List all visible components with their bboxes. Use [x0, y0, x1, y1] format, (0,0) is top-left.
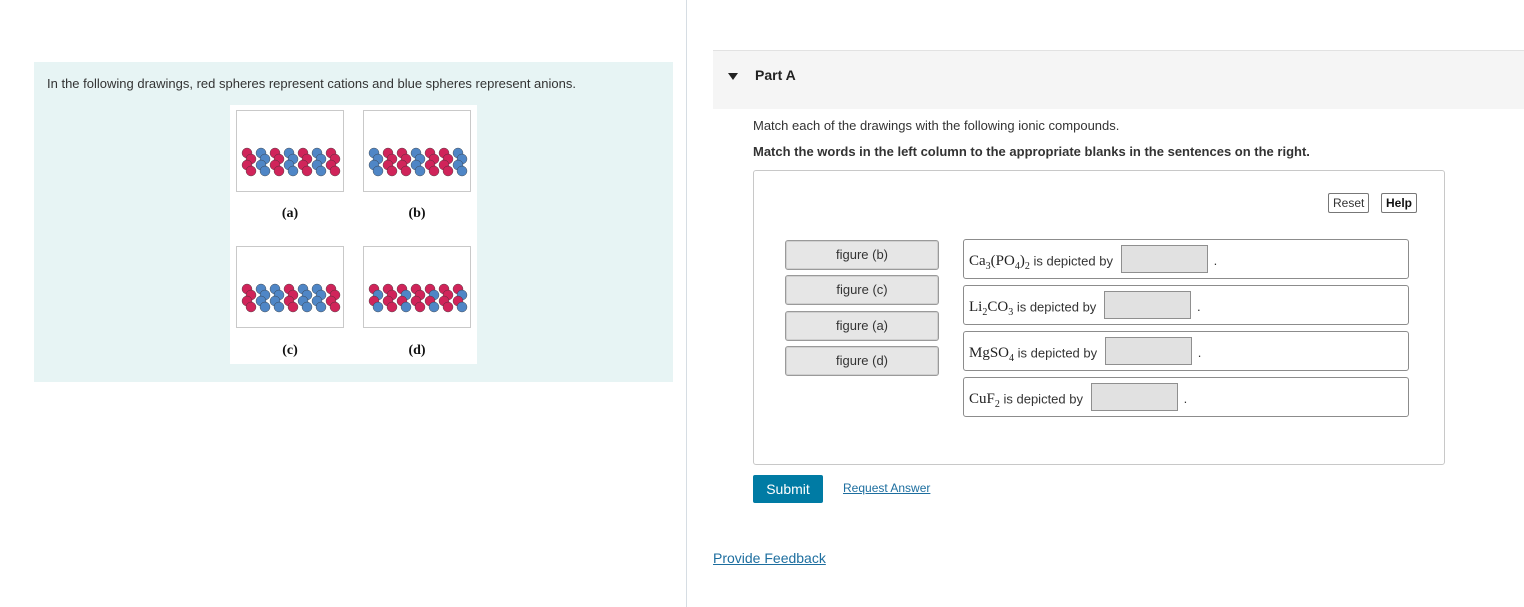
choice-figure-b[interactable]: figure (b)	[785, 240, 939, 270]
cation-sphere	[442, 301, 454, 313]
instruction-bold-text: Match the words in the left column to th…	[753, 144, 1310, 159]
sentence-text: is depicted by	[1003, 391, 1083, 407]
cation-sphere	[386, 301, 398, 313]
intro-text: In the following drawings, red spheres r…	[47, 76, 576, 91]
drop-blank[interactable]	[1090, 383, 1178, 411]
drop-blank[interactable]	[1103, 291, 1191, 319]
figure-d-caption: (d)	[408, 343, 426, 358]
anion-sphere	[287, 165, 299, 177]
anion-sphere	[372, 301, 384, 313]
cation-sphere	[245, 165, 257, 177]
anion-sphere	[456, 165, 468, 177]
anion-sphere	[315, 165, 327, 177]
anion-sphere	[259, 165, 271, 177]
formula-ca3po42: Ca3(PO4)2	[969, 253, 1030, 273]
drop-blank[interactable]	[1120, 245, 1208, 273]
formula-li2co3: Li2CO3	[969, 299, 1014, 319]
cation-sphere	[287, 301, 299, 313]
cation-sphere	[428, 165, 440, 177]
reset-button[interactable]: Reset	[1328, 193, 1370, 213]
figure-grid: (a) (b) (c) (d)	[230, 105, 477, 364]
part-a-header[interactable]: Part A	[713, 50, 1524, 109]
anion-sphere	[315, 301, 327, 313]
submit-button[interactable]: Submit	[753, 475, 823, 503]
sentence-text: is depicted by	[1017, 345, 1098, 361]
figure-a-caption: (a)	[281, 206, 299, 221]
anion-sphere	[372, 165, 384, 177]
anion-sphere	[259, 301, 271, 313]
provide-feedback-link[interactable]: Provide Feedback	[713, 550, 826, 566]
choice-figure-d[interactable]: figure (d)	[785, 346, 939, 376]
figure-c-image	[236, 246, 344, 328]
request-answer-link[interactable]: Request Answer	[843, 481, 930, 495]
anion-sphere	[273, 301, 285, 313]
figure-b-image	[363, 110, 471, 192]
intro-panel: In the following drawings, red spheres r…	[34, 62, 673, 382]
instruction-text: Match each of the drawings with the foll…	[753, 118, 1120, 133]
choice-figure-c[interactable]: figure (c)	[785, 275, 939, 305]
anion-sphere	[400, 301, 412, 313]
cation-sphere	[329, 301, 341, 313]
cation-sphere	[386, 165, 398, 177]
cation-sphere	[442, 165, 454, 177]
anion-sphere	[428, 301, 440, 313]
cation-sphere	[245, 301, 257, 313]
sentence-ca3po42: Ca3(PO4)2 is depicted by .	[963, 239, 1409, 279]
figure-c-caption: (c)	[282, 343, 298, 358]
cation-sphere	[329, 165, 341, 177]
cation-sphere	[273, 165, 285, 177]
matching-workspace: Reset Help figure (b) figure (c) figure …	[753, 170, 1445, 465]
sentence-li2co3: Li2CO3 is depicted by .	[963, 285, 1409, 325]
help-button[interactable]: Help	[1381, 193, 1418, 213]
figure-d-image	[363, 246, 471, 328]
figure-a-image	[236, 110, 344, 192]
cation-sphere	[414, 301, 426, 313]
cation-sphere	[400, 165, 412, 177]
column-divider	[686, 0, 687, 607]
formula-mgso4: MgSO4	[969, 345, 1015, 365]
cation-sphere	[301, 165, 313, 177]
anion-sphere	[456, 301, 468, 313]
choice-figure-a[interactable]: figure (a)	[785, 311, 939, 341]
sentence-text: is depicted by	[1016, 299, 1097, 315]
anion-sphere	[301, 301, 313, 313]
formula-cuf2: CuF2	[969, 391, 1000, 411]
collapse-caret-icon[interactable]	[728, 73, 738, 80]
sentence-cuf2: CuF2 is depicted by .	[963, 377, 1409, 417]
part-title: Part A	[755, 67, 796, 83]
sentence-text: is depicted by	[1033, 253, 1113, 269]
sentence-mgso4: MgSO4 is depicted by .	[963, 331, 1409, 371]
anion-sphere	[414, 165, 426, 177]
figure-b-caption: (b)	[408, 206, 426, 221]
drop-blank[interactable]	[1104, 337, 1192, 365]
